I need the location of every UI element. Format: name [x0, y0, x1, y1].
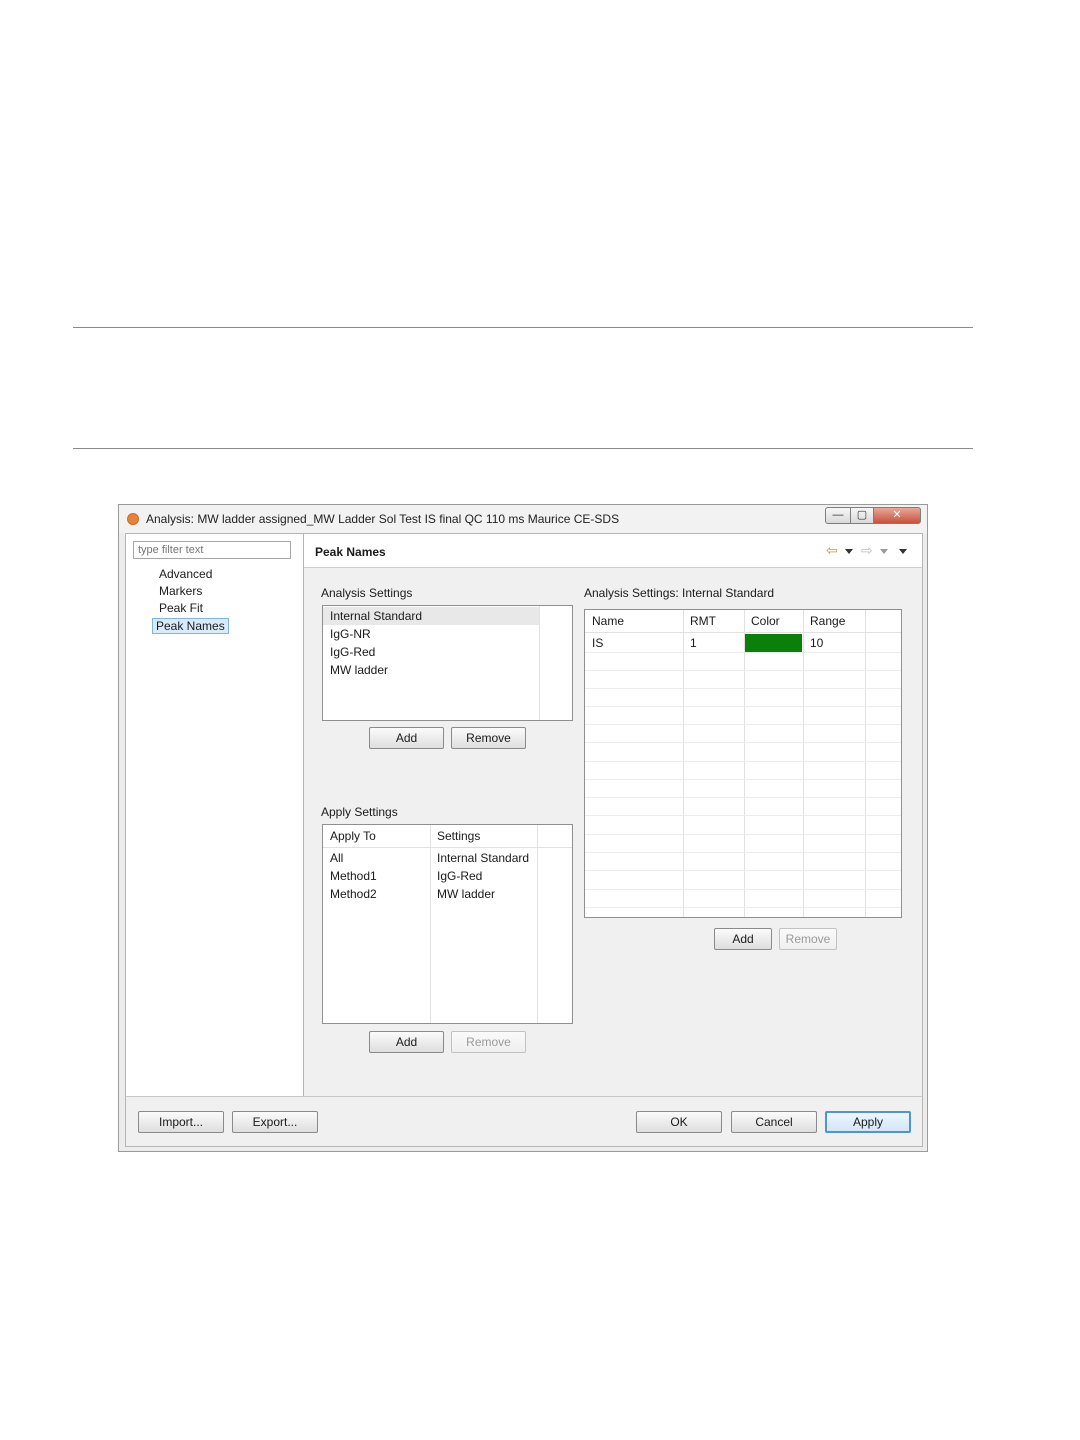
grid-line — [585, 907, 901, 908]
analysis-add-button[interactable]: Add — [369, 727, 444, 749]
table-cell-name[interactable]: IS — [585, 634, 603, 652]
table-cell[interactable]: IgG-Red — [430, 867, 482, 885]
peak-names-panel: Peak Names ⇦ ⇨ Analysis Settings Interna… — [304, 534, 922, 1096]
grid-line — [585, 652, 901, 653]
column-header-rmt[interactable]: RMT — [683, 610, 744, 632]
forward-history-dropdown-icon[interactable] — [880, 549, 888, 554]
header-divider — [323, 847, 572, 848]
sidebar-item-peak-names[interactable]: Peak Names — [152, 618, 229, 634]
grid-line — [585, 724, 901, 725]
top-divider-line — [73, 327, 973, 328]
title-bar[interactable]: Analysis: MW ladder assigned_MW Ladder S… — [119, 505, 927, 533]
grid-line — [585, 688, 901, 689]
apply-add-button[interactable]: Add — [369, 1031, 444, 1053]
analysis-remove-button[interactable]: Remove — [451, 727, 526, 749]
table-cell[interactable]: All — [323, 849, 343, 867]
app-icon — [127, 513, 139, 525]
grid-line — [585, 815, 901, 816]
internal-standard-label: Analysis Settings: Internal Standard — [584, 586, 775, 600]
table-cell-rmt[interactable]: 1 — [683, 634, 697, 652]
window-title: Analysis: MW ladder assigned_MW Ladder S… — [146, 512, 620, 526]
table-cell-range[interactable]: 10 — [803, 634, 823, 652]
column-header-name[interactable]: Name — [585, 610, 683, 632]
is-remove-button[interactable]: Remove — [779, 928, 837, 950]
sidebar-item-advanced[interactable]: Advanced — [156, 567, 215, 583]
is-add-button[interactable]: Add — [714, 928, 772, 950]
filter-input[interactable] — [133, 541, 291, 559]
bottom-divider-line — [73, 448, 973, 449]
panel-header: Peak Names ⇦ ⇨ — [304, 534, 922, 568]
sidebar-item-markers[interactable]: Markers — [156, 584, 205, 600]
forward-arrow-icon[interactable]: ⇨ — [861, 542, 873, 559]
apply-remove-button[interactable]: Remove — [451, 1031, 526, 1053]
maximize-button[interactable]: ▢ — [850, 507, 874, 524]
header-divider — [585, 632, 901, 633]
grid-line — [585, 670, 901, 671]
grid-line — [585, 797, 901, 798]
import-button[interactable]: Import... — [138, 1111, 224, 1133]
apply-settings-table[interactable]: Apply To Settings All Internal Standard … — [322, 824, 573, 1024]
list-item[interactable]: MW ladder — [323, 661, 388, 679]
table-cell[interactable]: Method1 — [323, 867, 377, 885]
column-divider — [537, 825, 538, 1023]
sidebar-item-peak-fit[interactable]: Peak Fit — [156, 601, 206, 617]
apply-settings-label: Apply Settings — [321, 805, 398, 819]
close-button[interactable]: ✕ — [873, 507, 921, 524]
list-item[interactable]: Internal Standard — [323, 607, 539, 625]
grid-line — [585, 834, 901, 835]
back-history-dropdown-icon[interactable] — [845, 549, 853, 554]
column-header-settings[interactable]: Settings — [430, 825, 537, 847]
cancel-button[interactable]: Cancel — [731, 1111, 817, 1133]
analysis-settings-label: Analysis Settings — [321, 586, 413, 600]
grid-line — [585, 706, 901, 707]
page-title: Peak Names — [315, 545, 386, 559]
minimize-button[interactable]: — — [825, 507, 851, 524]
column-header-range[interactable]: Range — [803, 610, 865, 632]
grid-line — [585, 742, 901, 743]
table-cell[interactable]: MW ladder — [430, 885, 495, 903]
list-item[interactable]: IgG-NR — [323, 625, 371, 643]
grid-line — [585, 852, 901, 853]
column-header-color[interactable]: Color — [744, 610, 803, 632]
export-button[interactable]: Export... — [232, 1111, 318, 1133]
view-menu-icon[interactable] — [899, 549, 907, 554]
grid-line — [585, 889, 901, 890]
ok-button[interactable]: OK — [636, 1111, 722, 1133]
analysis-settings-list[interactable]: Internal Standard IgG-NR IgG-Red MW ladd… — [322, 605, 573, 721]
apply-button[interactable]: Apply — [825, 1111, 911, 1133]
column-divider — [539, 606, 540, 720]
column-header-apply-to[interactable]: Apply To — [323, 825, 430, 847]
back-arrow-icon[interactable]: ⇦ — [826, 542, 838, 559]
grid-line — [585, 779, 901, 780]
list-item[interactable]: IgG-Red — [323, 643, 375, 661]
table-cell[interactable]: Method2 — [323, 885, 377, 903]
footer-divider — [126, 1096, 922, 1097]
internal-standard-table[interactable]: Name RMT Color Range IS 1 10 — [584, 609, 902, 918]
color-swatch[interactable] — [745, 634, 802, 652]
table-cell[interactable]: Internal Standard — [430, 849, 529, 867]
analysis-dialog: Analysis: MW ladder assigned_MW Ladder S… — [118, 504, 928, 1152]
grid-line — [585, 870, 901, 871]
dialog-client-area: Advanced Markers Peak Fit Peak Names Pea… — [125, 533, 923, 1147]
preferences-sidebar: Advanced Markers Peak Fit Peak Names — [126, 534, 304, 1096]
grid-line — [585, 761, 901, 762]
